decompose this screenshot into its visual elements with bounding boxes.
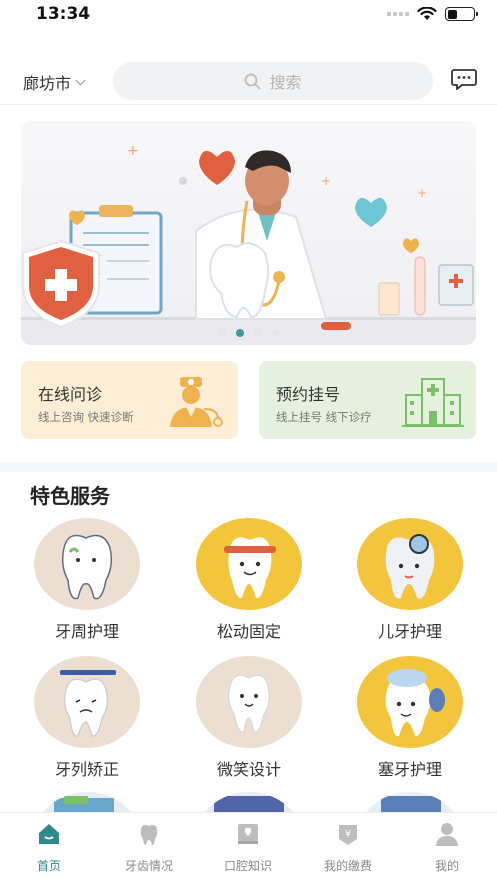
book-icon	[238, 824, 258, 844]
tab-tooth-status[interactable]: 牙齿情况	[104, 821, 194, 874]
appointment-booking-card[interactable]: 预约挂号 线上挂号 线下诊疗	[259, 361, 476, 439]
svg-text:+: +	[321, 174, 331, 188]
banner-carousel[interactable]: + + +	[21, 121, 476, 345]
tooth-icon	[357, 656, 463, 748]
online-consultation-card[interactable]: 在线问诊 线上咨询 快速诊断	[21, 361, 238, 439]
service-label: 松动固定	[216, 622, 281, 641]
card-title: 预约挂号	[276, 385, 341, 404]
tab-label: 牙齿情况	[124, 859, 173, 873]
tab-mine[interactable]: 我的	[402, 821, 492, 874]
doctor-icon	[170, 377, 223, 427]
tooth-icon	[34, 656, 140, 748]
tab-home[interactable]: 首页	[4, 821, 94, 874]
svg-text:+: +	[417, 186, 427, 200]
svg-text:¥: ¥	[345, 829, 351, 840]
service-child-tooth-care[interactable]: 儿牙护理	[335, 518, 485, 642]
city-selector[interactable]: 廊坊市	[23, 70, 86, 94]
service-label: 塞牙护理	[377, 760, 442, 779]
home-icon	[39, 824, 59, 844]
service-smile-design[interactable]: 微笑设计	[174, 656, 324, 780]
status-icons	[387, 7, 478, 21]
carousel-dot[interactable]	[217, 329, 226, 337]
header: 廊坊市 搜索	[0, 60, 497, 102]
hospital-icon	[402, 378, 464, 427]
header-divider	[0, 104, 497, 105]
tooth-icon	[357, 518, 463, 610]
service-food-impaction-care[interactable]: 塞牙护理	[335, 656, 485, 780]
carousel-indicator	[217, 329, 280, 337]
service-label: 牙列矫正	[54, 760, 119, 779]
status-bar: 13:34	[0, 0, 497, 30]
signal-icon	[387, 12, 409, 16]
banner-illustration: + + +	[21, 143, 476, 345]
battery-icon	[445, 7, 478, 21]
section-title: 特色服务	[30, 484, 110, 508]
message-icon[interactable]	[451, 68, 477, 90]
city-label: 廊坊市	[23, 74, 72, 93]
tab-my-payments[interactable]: ¥ 我的缴费	[303, 821, 393, 874]
card-subtitle: 线上挂号 线下诊疗	[276, 410, 372, 424]
tooth-icon	[196, 518, 302, 610]
wifi-icon	[417, 7, 437, 20]
status-time: 13:34	[36, 4, 91, 24]
card-title: 在线问诊	[38, 385, 103, 404]
service-periodontal-care[interactable]: 牙周护理	[12, 518, 162, 642]
carousel-dot[interactable]	[253, 329, 262, 337]
tooth-icon	[196, 656, 302, 748]
carousel-dot[interactable]	[271, 329, 280, 337]
search-input[interactable]: 搜索	[113, 62, 433, 100]
tab-oral-knowledge[interactable]: 口腔知识	[203, 821, 293, 874]
tooth-icon	[140, 825, 158, 846]
carousel-dot-active[interactable]	[235, 329, 244, 337]
chevron-down-icon	[75, 75, 86, 85]
tooth-icon	[34, 518, 140, 610]
tab-label: 首页	[36, 859, 61, 873]
service-orthodontics[interactable]: 牙列矫正	[12, 656, 162, 780]
tab-label: 口腔知识	[223, 859, 272, 873]
tab-label: 我的缴费	[323, 859, 372, 873]
payment-icon: ¥	[339, 825, 357, 845]
user-icon	[436, 823, 458, 846]
service-label: 儿牙护理	[377, 622, 442, 641]
service-loose-tooth-fixation[interactable]: 松动固定	[174, 518, 324, 642]
search-icon	[245, 73, 261, 89]
search-placeholder: 搜索	[269, 73, 302, 92]
tab-label: 我的	[434, 859, 459, 873]
card-subtitle: 线上咨询 快速诊断	[38, 410, 134, 424]
svg-text:+: +	[127, 143, 139, 159]
service-label: 微笑设计	[216, 760, 281, 779]
section-separator	[0, 462, 497, 472]
bottom-tab-bar: 首页 牙齿情况 口腔知识 ¥ 我的缴费 我的	[0, 812, 497, 883]
service-label: 牙周护理	[54, 622, 119, 641]
